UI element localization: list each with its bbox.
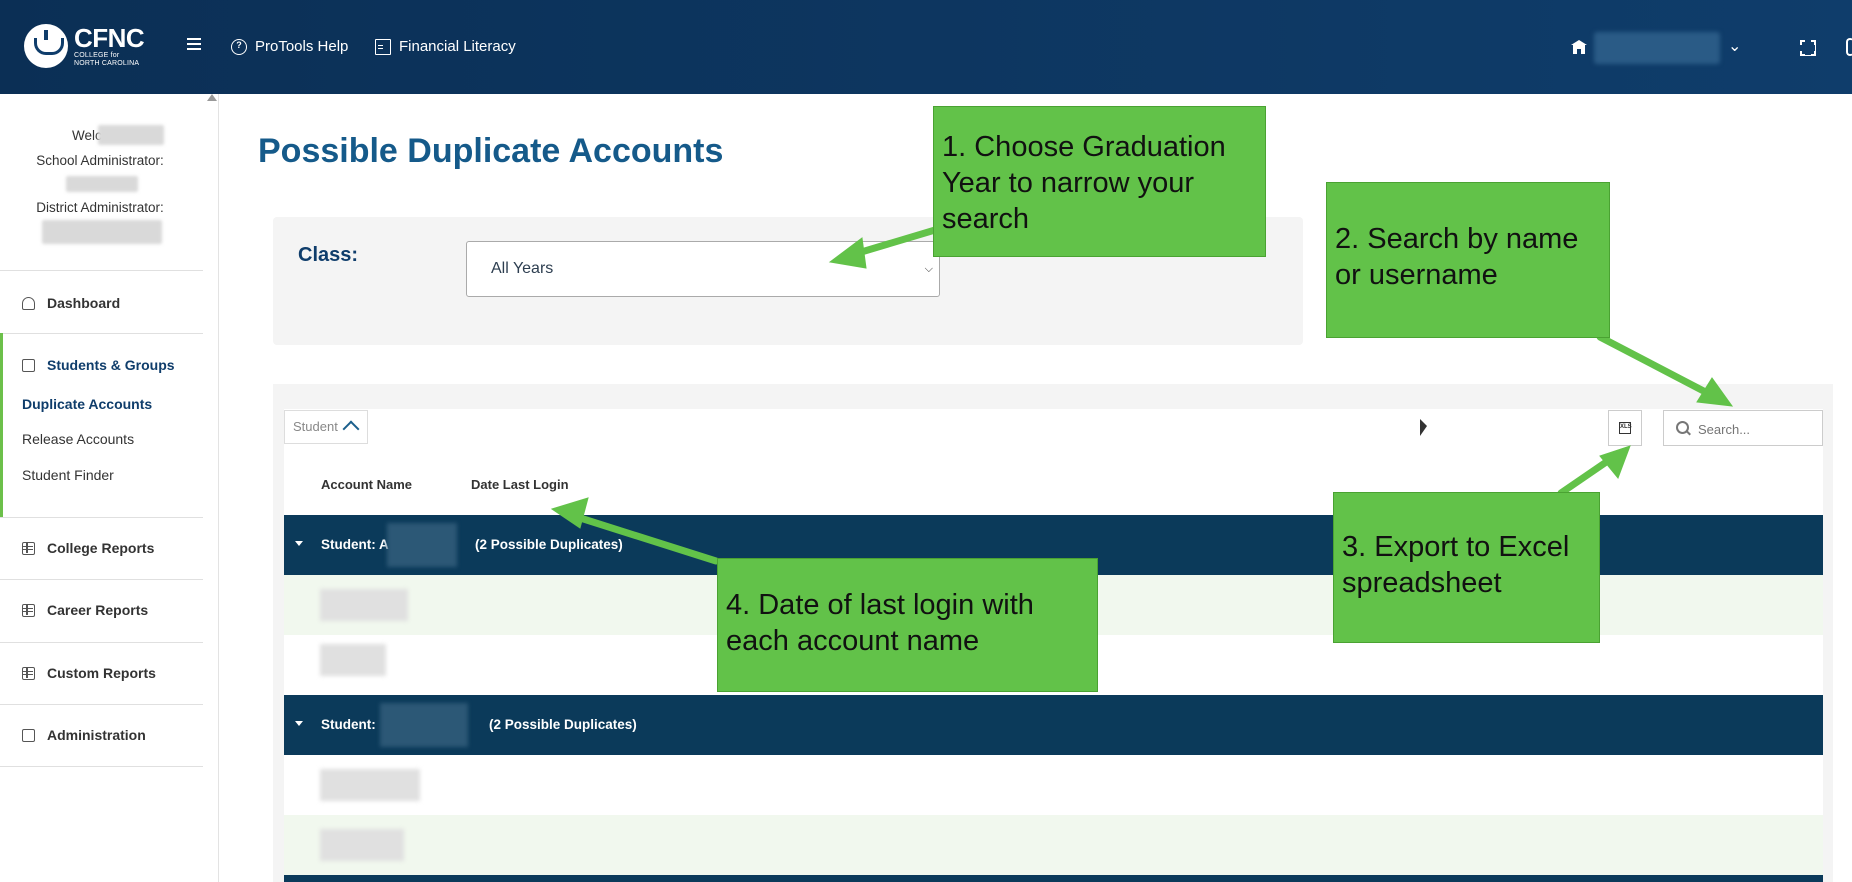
callout-1: 1. Choose Graduation Year to narrow your… — [933, 106, 1266, 257]
arrow-4-head — [550, 497, 589, 529]
callout-4: 4. Date of last login with each account … — [717, 558, 1098, 692]
callout-3: 3. Export to Excel spreadsheet — [1333, 492, 1600, 643]
arrow-2-line — [1596, 333, 1721, 402]
callout-2: 2. Search by name or username — [1326, 182, 1610, 338]
arrow-4-line — [570, 512, 720, 565]
arrow-3-head — [1599, 445, 1631, 479]
annotation-arrows — [550, 226, 1734, 565]
arrow-1-head — [828, 237, 867, 269]
